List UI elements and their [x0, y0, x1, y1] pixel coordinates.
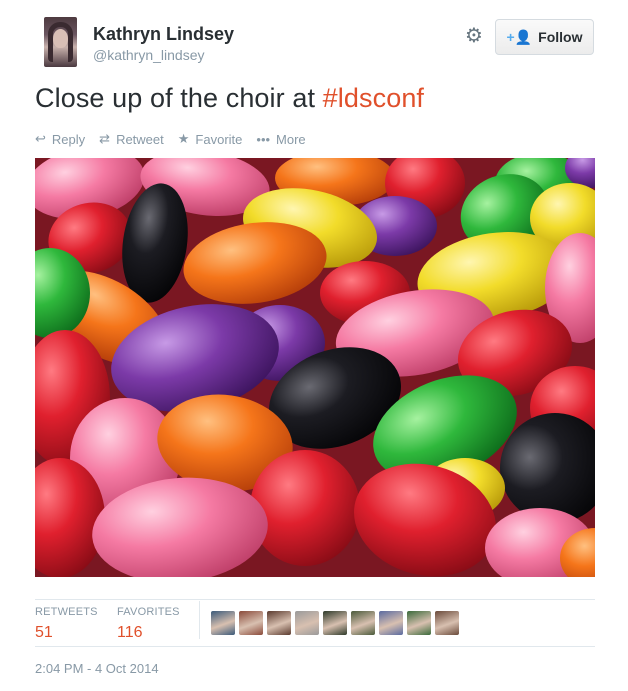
retweets-count: 51 — [35, 624, 53, 641]
favorites-stat[interactable]: FAVORITES 116 — [117, 606, 180, 642]
jellybeans-image — [35, 158, 595, 577]
stats-separator — [199, 601, 200, 639]
retweets-label: RETWEETS — [35, 606, 98, 618]
favoriter-avatar[interactable] — [379, 611, 403, 635]
tweet-timestamp[interactable]: 2:04 PM - 4 Oct 2014 — [35, 661, 159, 676]
avatar[interactable] — [44, 17, 77, 67]
hashtag-link[interactable]: #ldsconf — [323, 83, 424, 113]
more-icon: ••• — [256, 131, 271, 147]
retweets-stat[interactable]: RETWEETS 51 — [35, 606, 98, 642]
favoriter-avatar[interactable] — [211, 611, 235, 635]
favoriter-avatar[interactable] — [323, 611, 347, 635]
tweet-card: Kathryn Lindsey @kathryn_lindsey ⚙ +👤 Fo… — [0, 0, 628, 691]
reply-icon: ↩ — [35, 131, 46, 146]
more-action[interactable]: ••• More — [256, 131, 305, 147]
user-username[interactable]: @kathryn_lindsey — [93, 47, 205, 63]
tweet-actions: ↩ Reply ⇄ Retweet ★ Favorite ••• More — [35, 131, 306, 147]
stats-bottom-divider — [35, 646, 595, 647]
more-label: More — [276, 131, 306, 147]
retweet-label: Retweet — [116, 131, 164, 147]
favorite-action[interactable]: ★ Favorite — [178, 131, 243, 147]
reply-label: Reply — [51, 131, 86, 147]
stats-top-divider — [35, 599, 595, 600]
avatar-face — [53, 29, 68, 48]
tweet-photo[interactable] — [35, 158, 595, 577]
retweet-icon: ⇄ — [99, 131, 111, 146]
follow-button[interactable]: +👤 Follow — [495, 19, 594, 55]
tweet-text: Close up of the choir at #ldsconf — [35, 83, 424, 114]
user-fullname[interactable]: Kathryn Lindsey — [93, 24, 234, 45]
favoriter-avatar[interactable] — [239, 611, 263, 635]
favorites-label: FAVORITES — [117, 606, 180, 618]
reply-action[interactable]: ↩ Reply — [35, 131, 85, 147]
favoriter-avatar[interactable] — [351, 611, 375, 635]
favoriter-avatars — [211, 611, 459, 635]
favoriter-avatar[interactable] — [267, 611, 291, 635]
gear-icon[interactable]: ⚙ — [464, 26, 484, 46]
favoriter-avatar[interactable] — [295, 611, 319, 635]
add-user-icon: +👤 — [506, 28, 533, 45]
follow-label: Follow — [538, 29, 583, 45]
tweet-text-body: Close up of the choir at — [35, 83, 323, 113]
favoriter-avatar[interactable] — [435, 611, 459, 635]
favorite-label: Favorite — [195, 131, 243, 147]
tweet-stats: RETWEETS 51 FAVORITES 116 — [35, 601, 595, 645]
favorites-count: 116 — [117, 624, 143, 641]
retweet-action[interactable]: ⇄ Retweet — [99, 131, 164, 147]
star-icon: ★ — [177, 131, 190, 146]
favoriter-avatar[interactable] — [407, 611, 431, 635]
